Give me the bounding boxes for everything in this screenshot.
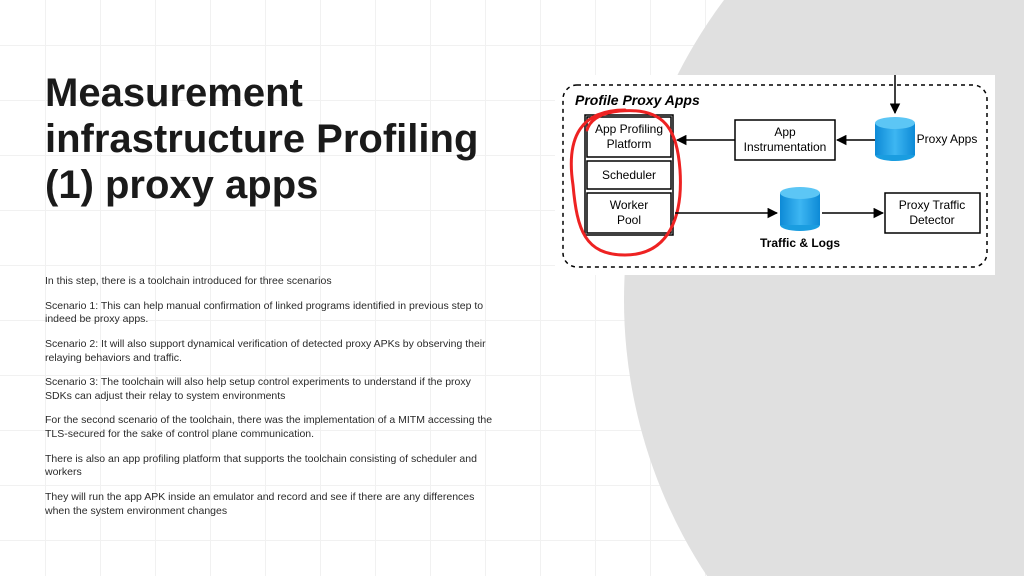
instrumentation-box: App Instrumentation [735,120,835,160]
proxy-apps-cylinder: Proxy Apps [875,117,977,161]
svg-text:App Profiling: App Profiling [595,122,663,136]
svg-text:Detector: Detector [909,213,954,227]
svg-text:Pool: Pool [617,213,641,227]
svg-text:Proxy Apps: Proxy Apps [917,132,978,146]
svg-text:Proxy Traffic: Proxy Traffic [899,198,965,212]
svg-text:Platform: Platform [607,137,652,151]
page-title: Measurement infrastructure Profiling (1)… [45,70,525,208]
svg-text:Instrumentation: Instrumentation [744,140,827,154]
svg-text:Scheduler: Scheduler [602,168,656,182]
paragraph: Scenario 2: It will also support dynamic… [45,338,495,365]
paragraph: There is also an app profiling platform … [45,453,495,480]
paragraph: For the second scenario of the toolchain… [45,414,495,441]
detector-box: Proxy Traffic Detector [885,193,980,233]
body-text: In this step, there is a toolchain intro… [45,275,495,529]
profiling-column: App Profiling Platform Scheduler Worker … [585,115,673,235]
traffic-logs-cylinder: Traffic & Logs [760,187,840,250]
svg-text:Worker: Worker [610,198,648,212]
paragraph: Scenario 1: This can help manual confirm… [45,300,495,327]
paragraph: Scenario 3: The toolchain will also help… [45,376,495,403]
svg-text:App: App [774,125,796,139]
architecture-diagram: Profile Proxy Apps App Profiling Platfor… [555,75,995,275]
svg-text:Traffic & Logs: Traffic & Logs [760,236,840,250]
diagram-caption: Profile Proxy Apps [575,92,700,108]
paragraph: In this step, there is a toolchain intro… [45,275,495,289]
paragraph: They will run the app APK inside an emul… [45,491,495,518]
